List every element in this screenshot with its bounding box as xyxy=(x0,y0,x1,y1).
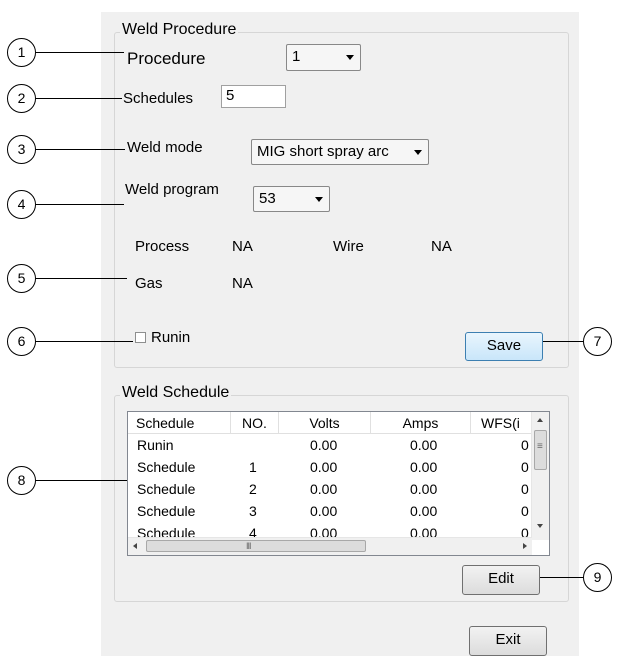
cell-wfs: 0 xyxy=(521,437,529,453)
chevron-down-icon xyxy=(414,150,422,155)
table-row[interactable]: Schedule 3 0.00 0.00 0 xyxy=(128,500,534,522)
cell-volts: 0.00 xyxy=(310,503,338,519)
table-row[interactable]: Schedule 1 0.00 0.00 0 xyxy=(128,456,534,478)
cell-amps: 0.00 xyxy=(410,437,438,453)
callout-5-leader xyxy=(36,278,127,279)
weld-schedule-title: Weld Schedule xyxy=(120,384,232,402)
column-header-wfs[interactable]: WFS(i xyxy=(471,412,534,434)
callout-3: 3 xyxy=(7,135,36,164)
callout-6: 6 xyxy=(7,327,36,356)
callout-9-leader xyxy=(540,577,583,578)
scroll-left-icon[interactable] xyxy=(133,543,137,549)
callout-9: 9 xyxy=(583,563,612,592)
cell-wfs: 0 xyxy=(521,481,529,497)
cell-volts: 0.00 xyxy=(310,437,338,453)
cell-schedule: Runin xyxy=(137,437,174,453)
table-row[interactable]: Schedule 2 0.00 0.00 0 xyxy=(128,478,534,500)
scroll-down-icon[interactable] xyxy=(537,524,543,528)
runin-label: Runin xyxy=(151,329,191,346)
procedure-dropdown[interactable]: 1 xyxy=(286,44,361,71)
edit-button[interactable]: Edit xyxy=(462,565,540,595)
weld-program-value: 53 xyxy=(259,190,276,207)
callout-2: 2 xyxy=(7,84,36,113)
callout-8-leader xyxy=(36,480,127,481)
callout-6-leader xyxy=(36,341,133,342)
process-label: Process xyxy=(135,238,190,255)
column-header-volts[interactable]: Volts xyxy=(279,412,371,434)
scroll-up-icon[interactable] xyxy=(537,418,543,422)
cell-volts: 0.00 xyxy=(310,481,338,497)
horizontal-scroll-thumb[interactable]: III xyxy=(146,540,366,552)
wire-label: Wire xyxy=(333,238,364,255)
cell-amps: 0.00 xyxy=(410,481,438,497)
wire-value: NA xyxy=(431,238,452,255)
cell-amps: 0.00 xyxy=(410,459,438,475)
procedure-value: 1 xyxy=(292,48,301,65)
cell-amps: 0.00 xyxy=(410,503,438,519)
callout-3-leader xyxy=(36,149,125,150)
schedules-label: Schedules xyxy=(123,90,194,107)
vertical-scroll-thumb[interactable]: ≡ xyxy=(534,430,547,470)
callout-2-leader xyxy=(36,98,122,99)
weld-program-label: Weld program xyxy=(125,181,219,198)
column-header-no[interactable]: NO. xyxy=(231,412,279,434)
cell-wfs: 0 xyxy=(521,503,529,519)
scroll-right-icon[interactable] xyxy=(523,543,527,549)
callout-7-leader xyxy=(543,341,583,342)
process-value: NA xyxy=(232,238,253,255)
cell-no: 2 xyxy=(249,481,257,497)
column-header-schedule[interactable]: Schedule xyxy=(128,412,231,434)
cell-schedule: Schedule xyxy=(137,459,196,475)
cell-schedule: Schedule xyxy=(137,503,196,519)
callout-1-leader xyxy=(36,52,124,53)
cell-wfs: 0 xyxy=(521,459,529,475)
runin-checkbox[interactable] xyxy=(135,332,146,343)
weld-mode-dropdown[interactable]: MIG short spray arc xyxy=(251,139,429,165)
callout-7: 7 xyxy=(583,327,612,356)
save-button[interactable]: Save xyxy=(465,332,543,361)
procedure-label: Procedure xyxy=(127,49,206,68)
callout-8: 8 xyxy=(7,466,36,495)
horizontal-scrollbar[interactable]: III xyxy=(128,537,532,555)
callout-1: 1 xyxy=(7,38,36,67)
table-row[interactable]: Runin 0.00 0.00 0 xyxy=(128,434,534,456)
cell-no: 3 xyxy=(249,503,257,519)
cell-schedule: Schedule xyxy=(137,481,196,497)
scroll-grip-icon: ≡ xyxy=(537,441,543,452)
hscroll-grip-icon: III xyxy=(246,541,251,551)
callout-4: 4 xyxy=(7,190,36,219)
schedules-input[interactable]: 5 xyxy=(221,85,286,108)
weld-program-dropdown[interactable]: 53 xyxy=(253,186,330,212)
weld-mode-label: Weld mode xyxy=(127,139,203,156)
callout-4-leader xyxy=(36,204,124,205)
chevron-down-icon xyxy=(346,55,354,60)
column-header-amps[interactable]: Amps xyxy=(371,412,471,434)
gas-value: NA xyxy=(232,275,253,292)
weld-mode-value: MIG short spray arc xyxy=(257,143,389,160)
exit-button[interactable]: Exit xyxy=(469,626,547,656)
vertical-scrollbar[interactable]: ≡ xyxy=(531,412,549,540)
weld-procedure-group xyxy=(114,32,569,368)
weld-procedure-title: Weld Procedure xyxy=(120,21,239,39)
cell-no: 1 xyxy=(249,459,257,475)
cell-volts: 0.00 xyxy=(310,459,338,475)
gas-label: Gas xyxy=(135,275,163,292)
schedule-table[interactable]: Schedule NO. Volts Amps WFS(i Runin 0.00… xyxy=(127,411,550,556)
callout-5: 5 xyxy=(7,264,36,293)
chevron-down-icon xyxy=(315,197,323,202)
